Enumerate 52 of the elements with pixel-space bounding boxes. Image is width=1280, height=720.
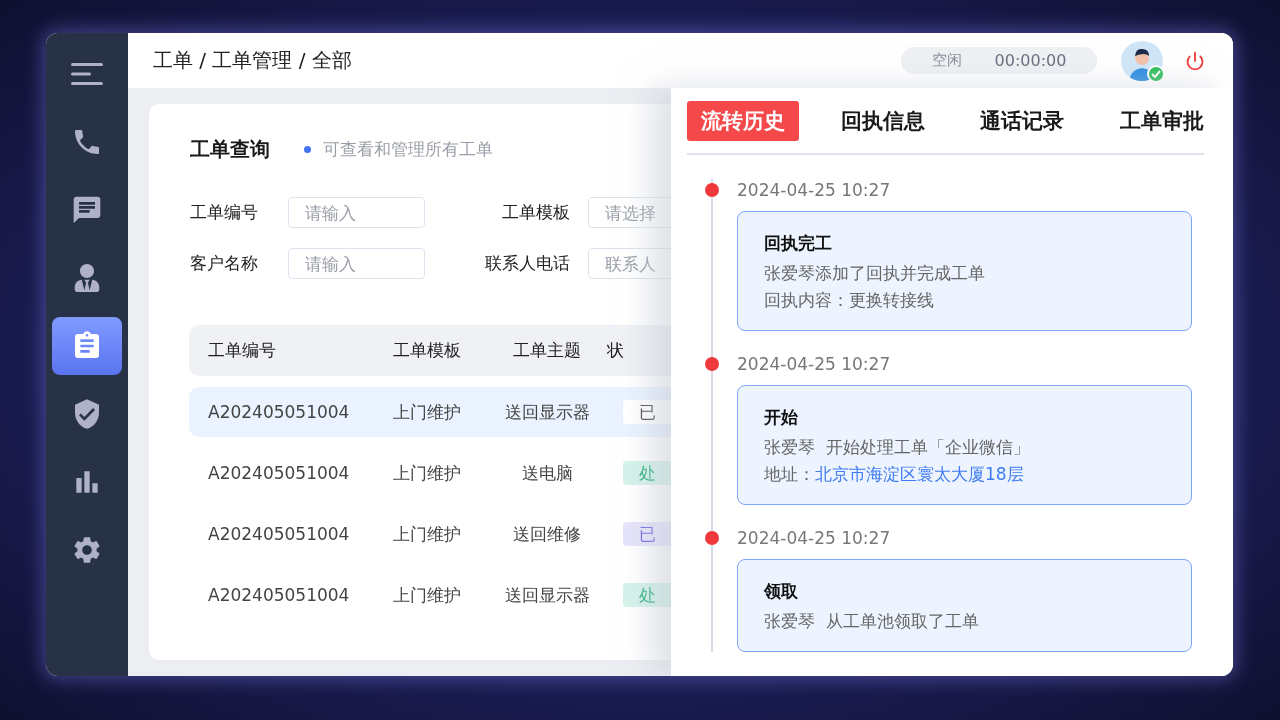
table-cell-text: 送回维修 xyxy=(512,522,582,546)
input-field[interactable]: 请输入 xyxy=(288,248,425,279)
tab[interactable]: 工单审批 xyxy=(1105,101,1204,141)
timeline-dot xyxy=(705,183,719,197)
event-time: 2024-04-25 10:27 xyxy=(737,353,892,375)
breadcrumb: 工单 / 工单管理 / 全部 xyxy=(153,47,353,74)
column-header: 工单主题 xyxy=(512,339,582,362)
table-cell-text: 送电脑 xyxy=(520,461,574,485)
column-header: 工单编号 xyxy=(208,339,277,362)
section-hint: 可查看和管理所有工单 xyxy=(323,137,493,161)
event-detail: 张爱琴 从工单池领取了工单 xyxy=(764,610,980,633)
event-time: 2024-04-25 10:27 xyxy=(737,527,892,549)
event-detail: 回执内容：更换转接线 xyxy=(764,289,935,312)
table-cell-text: 上门维护 xyxy=(392,400,462,424)
table-cell-text: 上门维护 xyxy=(392,461,462,485)
event-detail: 张爱琴 开始处理工单「企业微信」 xyxy=(764,436,1031,459)
user-avatar[interactable] xyxy=(1121,40,1163,81)
timeline-dot xyxy=(705,357,719,371)
table-cell-text: 送回显示器 xyxy=(503,583,591,607)
tab[interactable]: 流转历史 xyxy=(687,101,799,141)
hint-dot xyxy=(304,145,311,153)
event-time: 2024-04-25 10:27 xyxy=(737,179,892,201)
input-field[interactable]: 请输入 xyxy=(288,197,425,228)
table-cell-text: A202405051004 xyxy=(208,463,351,483)
event-detail: 地址： xyxy=(764,464,815,484)
table-cell-text: A202405051004 xyxy=(208,524,351,544)
timeline-dot xyxy=(705,531,719,545)
sidebar-item[interactable] xyxy=(52,317,122,375)
table-cell-text: A202405051004 xyxy=(208,402,351,422)
table-cell-text: 上门维护 xyxy=(392,522,462,546)
menu-icon xyxy=(71,62,103,86)
event-title: 领取 xyxy=(764,580,799,603)
field-label: 客户名称 xyxy=(190,252,259,275)
event-title: 开始 xyxy=(764,406,799,429)
user-icon xyxy=(73,264,101,292)
table-cell-text: A202405051004 xyxy=(208,585,351,605)
tab[interactable]: 回执信息 xyxy=(826,101,939,141)
status-label: 空闲 xyxy=(931,51,962,70)
column-header: 状 xyxy=(607,339,625,362)
field-label: 联系人电话 xyxy=(484,252,570,275)
field-label: 工单编号 xyxy=(190,201,259,224)
event-title: 回执完工 xyxy=(764,232,833,255)
address-link[interactable]: 北京市海淀区寰太大厦18层 xyxy=(815,464,1024,484)
field-label: 工单模板 xyxy=(501,201,570,224)
table-cell-text: 送回显示器 xyxy=(503,400,591,424)
event-detail: 张爱琴添加了回执并完成工单 xyxy=(764,262,986,285)
section-title: 工单查询 xyxy=(190,135,270,163)
column-header: 工单模板 xyxy=(392,339,462,362)
tab[interactable]: 通话记录 xyxy=(966,101,1079,141)
table-cell-text: 上门维护 xyxy=(392,583,462,607)
call-timer: 00:00:00 xyxy=(994,51,1067,70)
power-button[interactable] xyxy=(1185,50,1205,71)
